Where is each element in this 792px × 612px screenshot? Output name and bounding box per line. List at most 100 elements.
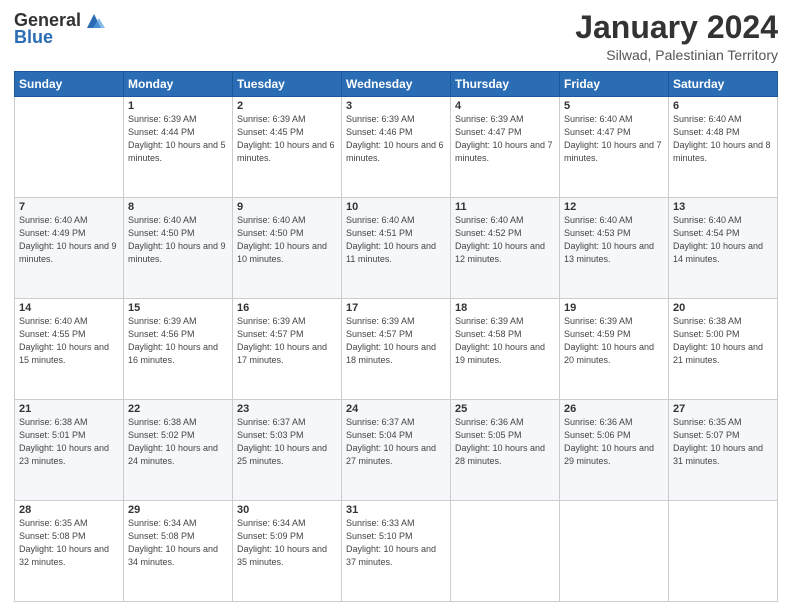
day-number: 27 <box>673 403 773 415</box>
calendar-cell <box>560 501 669 602</box>
calendar-week-2: 7Sunrise: 6:40 AMSunset: 4:49 PMDaylight… <box>15 198 778 299</box>
day-info: Sunrise: 6:39 AMSunset: 4:58 PMDaylight:… <box>455 315 555 367</box>
calendar-cell: 12Sunrise: 6:40 AMSunset: 4:53 PMDayligh… <box>560 198 669 299</box>
day-number: 19 <box>564 302 664 314</box>
weekday-header-sunday: Sunday <box>15 72 124 97</box>
day-number: 14 <box>19 302 119 314</box>
day-number: 5 <box>564 100 664 112</box>
calendar-cell: 15Sunrise: 6:39 AMSunset: 4:56 PMDayligh… <box>124 299 233 400</box>
logo: General Blue <box>14 10 105 48</box>
day-info: Sunrise: 6:38 AMSunset: 5:02 PMDaylight:… <box>128 416 228 468</box>
day-number: 10 <box>346 201 446 213</box>
day-info: Sunrise: 6:37 AMSunset: 5:04 PMDaylight:… <box>346 416 446 468</box>
day-info: Sunrise: 6:38 AMSunset: 5:00 PMDaylight:… <box>673 315 773 367</box>
calendar-cell: 29Sunrise: 6:34 AMSunset: 5:08 PMDayligh… <box>124 501 233 602</box>
weekday-header-thursday: Thursday <box>451 72 560 97</box>
calendar-cell: 2Sunrise: 6:39 AMSunset: 4:45 PMDaylight… <box>233 97 342 198</box>
day-number: 30 <box>237 504 337 516</box>
day-number: 2 <box>237 100 337 112</box>
calendar-week-3: 14Sunrise: 6:40 AMSunset: 4:55 PMDayligh… <box>15 299 778 400</box>
day-number: 20 <box>673 302 773 314</box>
calendar-cell: 1Sunrise: 6:39 AMSunset: 4:44 PMDaylight… <box>124 97 233 198</box>
weekday-header-friday: Friday <box>560 72 669 97</box>
day-number: 28 <box>19 504 119 516</box>
calendar-cell: 14Sunrise: 6:40 AMSunset: 4:55 PMDayligh… <box>15 299 124 400</box>
calendar-cell <box>451 501 560 602</box>
day-info: Sunrise: 6:40 AMSunset: 4:52 PMDaylight:… <box>455 214 555 266</box>
day-number: 16 <box>237 302 337 314</box>
calendar-cell: 5Sunrise: 6:40 AMSunset: 4:47 PMDaylight… <box>560 97 669 198</box>
calendar-cell: 25Sunrise: 6:36 AMSunset: 5:05 PMDayligh… <box>451 400 560 501</box>
day-number: 29 <box>128 504 228 516</box>
day-info: Sunrise: 6:40 AMSunset: 4:48 PMDaylight:… <box>673 113 773 165</box>
day-number: 15 <box>128 302 228 314</box>
day-info: Sunrise: 6:39 AMSunset: 4:44 PMDaylight:… <box>128 113 228 165</box>
day-number: 24 <box>346 403 446 415</box>
calendar-cell: 26Sunrise: 6:36 AMSunset: 5:06 PMDayligh… <box>560 400 669 501</box>
title-block: January 2024 Silwad, Palestinian Territo… <box>575 10 778 63</box>
day-info: Sunrise: 6:40 AMSunset: 4:49 PMDaylight:… <box>19 214 119 266</box>
day-number: 26 <box>564 403 664 415</box>
weekday-header-wednesday: Wednesday <box>342 72 451 97</box>
day-info: Sunrise: 6:39 AMSunset: 4:47 PMDaylight:… <box>455 113 555 165</box>
day-number: 13 <box>673 201 773 213</box>
calendar-cell <box>15 97 124 198</box>
calendar-cell: 10Sunrise: 6:40 AMSunset: 4:51 PMDayligh… <box>342 198 451 299</box>
day-info: Sunrise: 6:38 AMSunset: 5:01 PMDaylight:… <box>19 416 119 468</box>
day-number: 25 <box>455 403 555 415</box>
day-number: 6 <box>673 100 773 112</box>
logo-blue-text: Blue <box>14 28 53 48</box>
main-title: January 2024 <box>575 10 778 45</box>
day-info: Sunrise: 6:40 AMSunset: 4:54 PMDaylight:… <box>673 214 773 266</box>
calendar-cell: 7Sunrise: 6:40 AMSunset: 4:49 PMDaylight… <box>15 198 124 299</box>
day-info: Sunrise: 6:33 AMSunset: 5:10 PMDaylight:… <box>346 517 446 569</box>
day-info: Sunrise: 6:34 AMSunset: 5:09 PMDaylight:… <box>237 517 337 569</box>
calendar-cell: 17Sunrise: 6:39 AMSunset: 4:57 PMDayligh… <box>342 299 451 400</box>
calendar-cell: 16Sunrise: 6:39 AMSunset: 4:57 PMDayligh… <box>233 299 342 400</box>
day-info: Sunrise: 6:35 AMSunset: 5:07 PMDaylight:… <box>673 416 773 468</box>
day-number: 18 <box>455 302 555 314</box>
calendar-week-5: 28Sunrise: 6:35 AMSunset: 5:08 PMDayligh… <box>15 501 778 602</box>
calendar-cell: 8Sunrise: 6:40 AMSunset: 4:50 PMDaylight… <box>124 198 233 299</box>
calendar-cell: 11Sunrise: 6:40 AMSunset: 4:52 PMDayligh… <box>451 198 560 299</box>
calendar-cell: 6Sunrise: 6:40 AMSunset: 4:48 PMDaylight… <box>669 97 778 198</box>
day-number: 21 <box>19 403 119 415</box>
day-info: Sunrise: 6:39 AMSunset: 4:57 PMDaylight:… <box>237 315 337 367</box>
subtitle: Silwad, Palestinian Territory <box>575 47 778 63</box>
calendar-cell: 22Sunrise: 6:38 AMSunset: 5:02 PMDayligh… <box>124 400 233 501</box>
calendar-cell: 3Sunrise: 6:39 AMSunset: 4:46 PMDaylight… <box>342 97 451 198</box>
header: General Blue January 2024 Silwad, Palest… <box>14 10 778 63</box>
day-number: 11 <box>455 201 555 213</box>
calendar-cell: 20Sunrise: 6:38 AMSunset: 5:00 PMDayligh… <box>669 299 778 400</box>
calendar-cell: 4Sunrise: 6:39 AMSunset: 4:47 PMDaylight… <box>451 97 560 198</box>
calendar-cell: 18Sunrise: 6:39 AMSunset: 4:58 PMDayligh… <box>451 299 560 400</box>
calendar-cell: 28Sunrise: 6:35 AMSunset: 5:08 PMDayligh… <box>15 501 124 602</box>
weekday-header-saturday: Saturday <box>669 72 778 97</box>
calendar-cell: 23Sunrise: 6:37 AMSunset: 5:03 PMDayligh… <box>233 400 342 501</box>
day-info: Sunrise: 6:35 AMSunset: 5:08 PMDaylight:… <box>19 517 119 569</box>
calendar-week-1: 1Sunrise: 6:39 AMSunset: 4:44 PMDaylight… <box>15 97 778 198</box>
calendar-table: SundayMondayTuesdayWednesdayThursdayFrid… <box>14 71 778 602</box>
day-info: Sunrise: 6:39 AMSunset: 4:56 PMDaylight:… <box>128 315 228 367</box>
weekday-header-tuesday: Tuesday <box>233 72 342 97</box>
day-number: 31 <box>346 504 446 516</box>
day-info: Sunrise: 6:40 AMSunset: 4:55 PMDaylight:… <box>19 315 119 367</box>
day-number: 22 <box>128 403 228 415</box>
weekday-header-monday: Monday <box>124 72 233 97</box>
calendar-cell: 24Sunrise: 6:37 AMSunset: 5:04 PMDayligh… <box>342 400 451 501</box>
day-number: 17 <box>346 302 446 314</box>
calendar-week-4: 21Sunrise: 6:38 AMSunset: 5:01 PMDayligh… <box>15 400 778 501</box>
day-info: Sunrise: 6:40 AMSunset: 4:50 PMDaylight:… <box>237 214 337 266</box>
day-number: 23 <box>237 403 337 415</box>
calendar-cell: 21Sunrise: 6:38 AMSunset: 5:01 PMDayligh… <box>15 400 124 501</box>
day-info: Sunrise: 6:39 AMSunset: 4:46 PMDaylight:… <box>346 113 446 165</box>
day-number: 8 <box>128 201 228 213</box>
day-info: Sunrise: 6:34 AMSunset: 5:08 PMDaylight:… <box>128 517 228 569</box>
day-info: Sunrise: 6:39 AMSunset: 4:59 PMDaylight:… <box>564 315 664 367</box>
day-info: Sunrise: 6:40 AMSunset: 4:47 PMDaylight:… <box>564 113 664 165</box>
calendar-cell: 30Sunrise: 6:34 AMSunset: 5:09 PMDayligh… <box>233 501 342 602</box>
day-number: 9 <box>237 201 337 213</box>
calendar-cell: 9Sunrise: 6:40 AMSunset: 4:50 PMDaylight… <box>233 198 342 299</box>
calendar-cell: 27Sunrise: 6:35 AMSunset: 5:07 PMDayligh… <box>669 400 778 501</box>
day-info: Sunrise: 6:37 AMSunset: 5:03 PMDaylight:… <box>237 416 337 468</box>
